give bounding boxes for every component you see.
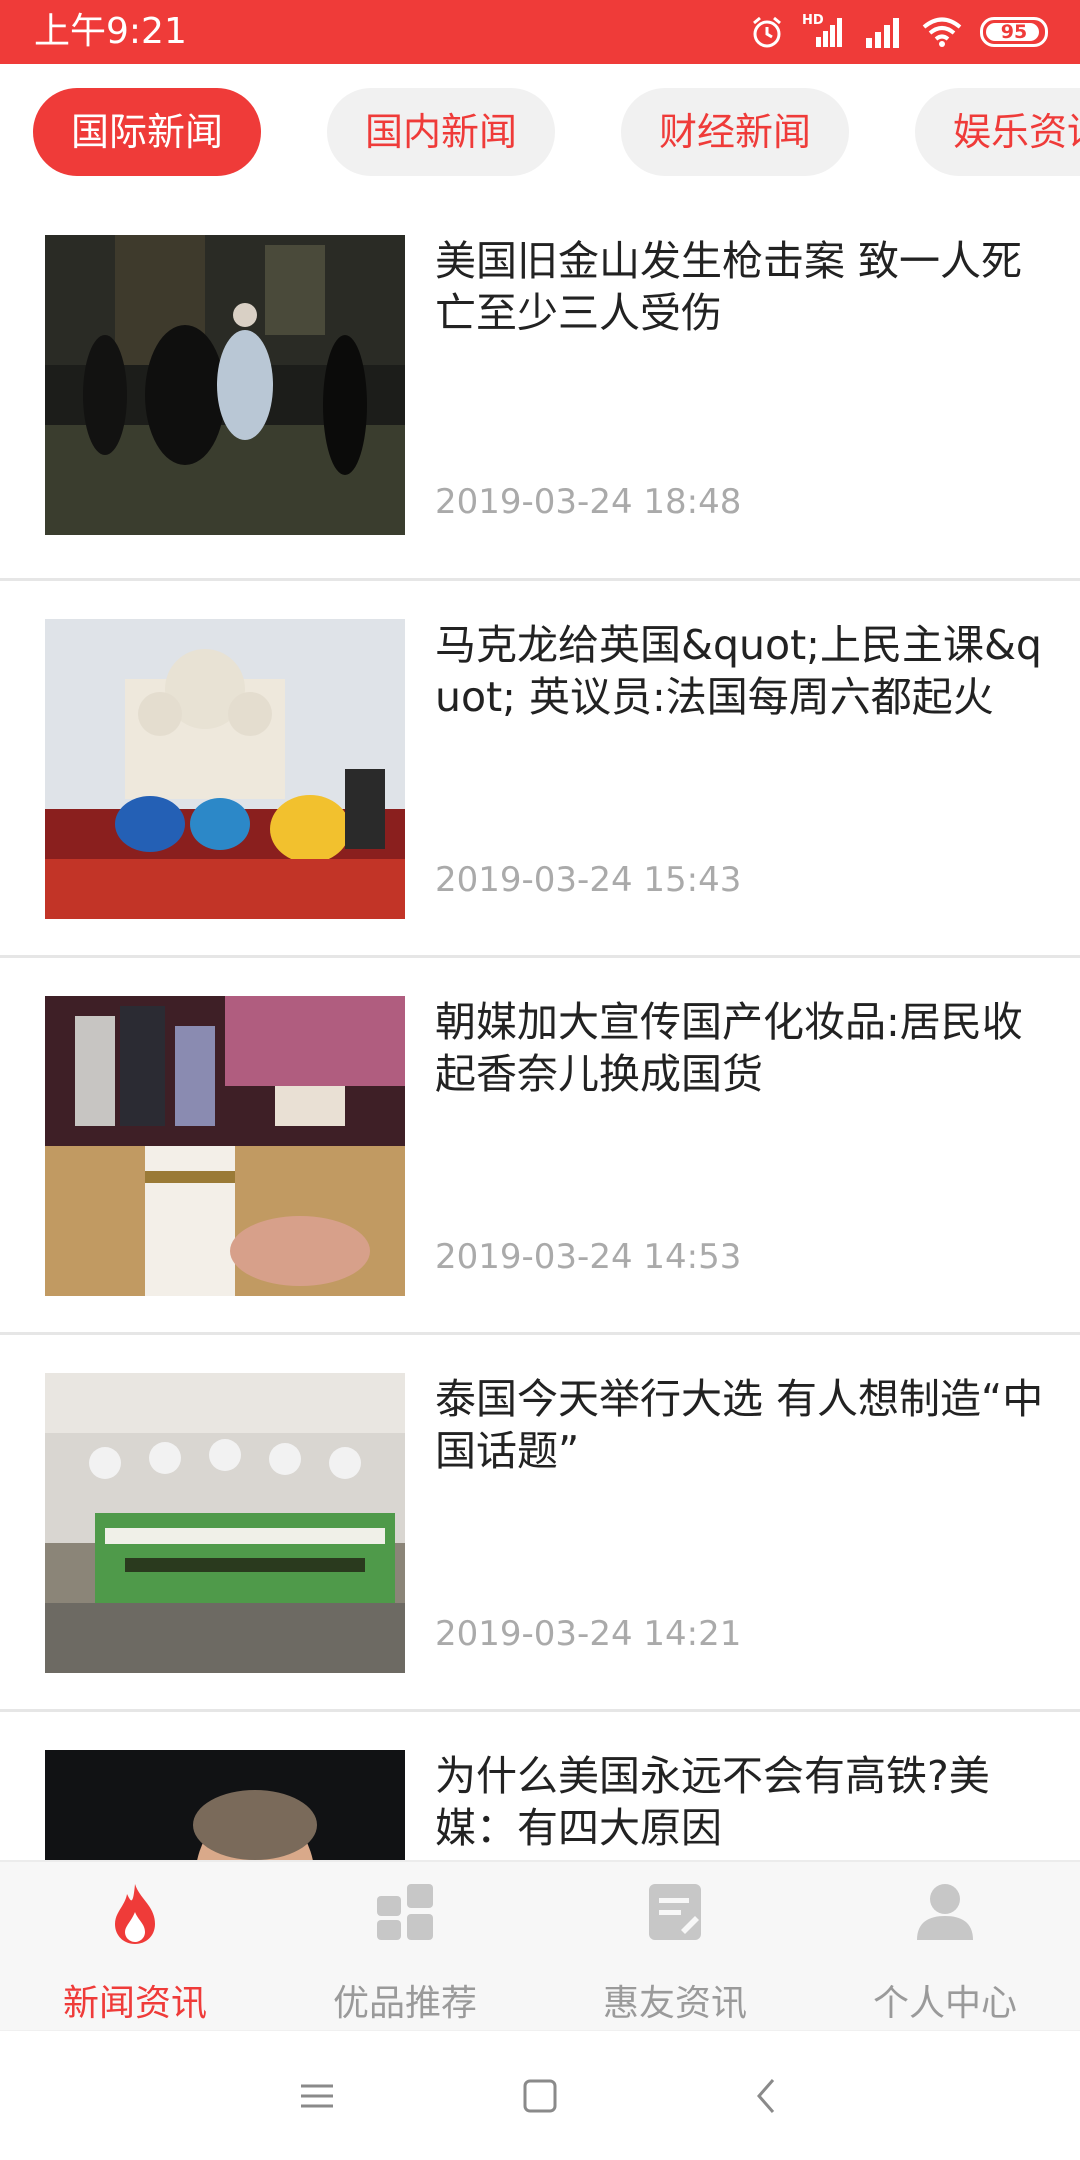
news-thumbnail — [45, 1750, 405, 1860]
system-nav-bar — [0, 2030, 1080, 2160]
nav-profile[interactable]: 个人中心 — [810, 1862, 1080, 2032]
news-time: 2019-03-24 14:21 — [435, 1614, 742, 1654]
news-item[interactable]: 美国旧金山发生枪击案 致一人死亡至少三人受伤 2019-03-24 18:48 — [0, 204, 1080, 581]
nav-friends-news[interactable]: 惠友资讯 — [540, 1862, 810, 2032]
battery-level: 95 — [1000, 20, 1028, 43]
back-icon[interactable] — [737, 2066, 797, 2126]
news-time: 2019-03-24 18:48 — [435, 482, 742, 522]
news-time: 2019-03-24 14:53 — [435, 1237, 742, 1277]
news-thumbnail — [45, 996, 405, 1296]
news-thumbnail — [45, 619, 405, 919]
nav-label: 优品推荐 — [332, 1983, 477, 2024]
news-item[interactable]: 马克龙给英国&quot;上民主课&quot; 英议员:法国每周六都起火 2019… — [0, 581, 1080, 958]
battery-icon: 95 — [980, 17, 1048, 47]
status-icons: HD 95 — [750, 12, 1048, 52]
user-icon — [915, 1882, 975, 1942]
news-title: 马克龙给英国&quot;上民主课&quot; 英议员:法国每周六都起火 — [435, 621, 1042, 721]
status-time: 上午9:21 — [34, 11, 187, 52]
status-bar: 上午9:21 HD 95 — [0, 0, 1080, 64]
category-tabs: 国际新闻 国内新闻 财经新闻 娱乐资讯 — [0, 64, 1080, 204]
nav-label: 新闻资讯 — [62, 1983, 207, 2024]
nav-label: 个人中心 — [872, 1983, 1017, 2024]
alarm-icon — [750, 15, 784, 49]
news-list: 美国旧金山发生枪击案 致一人死亡至少三人受伤 2019-03-24 18:48 … — [0, 204, 1080, 1860]
nav-news[interactable]: 新闻资讯 — [0, 1862, 270, 2032]
news-title: 朝媒加大宣传国产化妆品:居民收起香奈儿换成国货 — [435, 998, 1023, 1098]
news-title: 美国旧金山发生枪击案 致一人死亡至少三人受伤 — [435, 237, 1023, 337]
note-icon — [645, 1882, 705, 1942]
nav-recommend[interactable]: 优品推荐 — [270, 1862, 540, 2032]
wifi-icon — [922, 16, 962, 48]
nav-label: 惠友资讯 — [602, 1983, 747, 2024]
news-item[interactable]: 为什么美国永远不会有高铁?美媒：有四大原因 — [0, 1712, 1080, 1860]
tab-entertainment-news[interactable]: 娱乐资讯 — [915, 88, 1080, 176]
grid-icon — [375, 1882, 435, 1942]
news-title: 为什么美国永远不会有高铁?美媒：有四大原因 — [435, 1752, 990, 1852]
news-thumbnail — [45, 235, 405, 535]
news-item[interactable]: 泰国今天举行大选 有人想制造“中国话题” 2019-03-24 14:21 — [0, 1335, 1080, 1712]
news-time: 2019-03-24 15:43 — [435, 860, 742, 900]
news-item[interactable]: 朝媒加大宣传国产化妆品:居民收起香奈儿换成国货 2019-03-24 14:53 — [0, 958, 1080, 1335]
home-icon[interactable] — [510, 2066, 570, 2126]
menu-icon[interactable] — [287, 2066, 347, 2126]
news-title: 泰国今天举行大选 有人想制造“中国话题” — [435, 1375, 1044, 1475]
news-thumbnail — [45, 1373, 405, 1673]
flame-icon — [105, 1882, 165, 1944]
tab-international-news[interactable]: 国际新闻 — [33, 88, 261, 176]
tab-finance-news[interactable]: 财经新闻 — [621, 88, 849, 176]
signal-icon — [864, 16, 904, 48]
bottom-nav: 新闻资讯 优品推荐 惠友资讯 个人中心 — [0, 1860, 1080, 2030]
hd-signal-icon: HD — [802, 13, 846, 49]
tab-domestic-news[interactable]: 国内新闻 — [327, 88, 555, 176]
